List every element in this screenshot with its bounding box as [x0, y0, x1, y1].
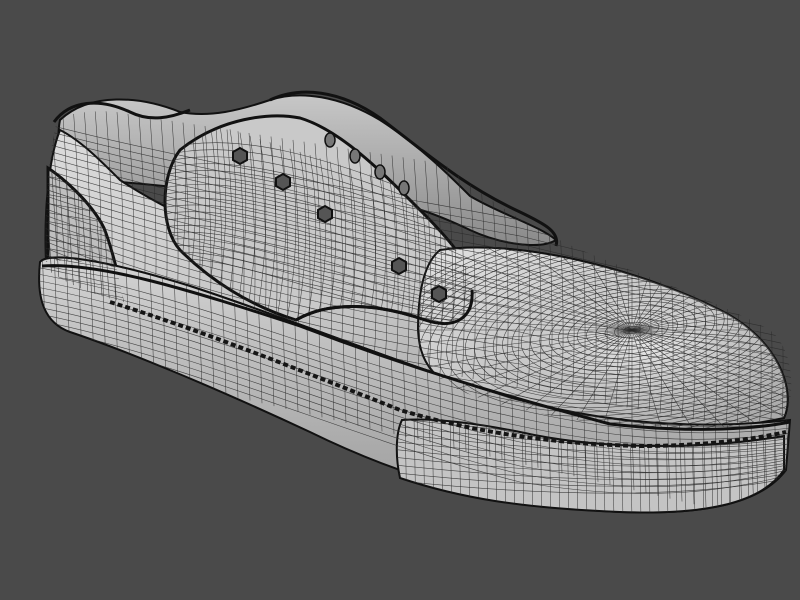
- lace-hole: [398, 180, 410, 196]
- lace-hole: [324, 132, 336, 148]
- lace-hole: [349, 148, 361, 164]
- eyelet: [275, 172, 291, 192]
- sneaker-wireframe-render: [0, 0, 800, 600]
- eyelet: [232, 146, 248, 166]
- eyelet: [391, 256, 407, 276]
- eyelet: [317, 204, 333, 224]
- eyelet: [431, 284, 447, 304]
- 3d-viewport: [0, 0, 800, 600]
- lace-hole: [374, 164, 386, 180]
